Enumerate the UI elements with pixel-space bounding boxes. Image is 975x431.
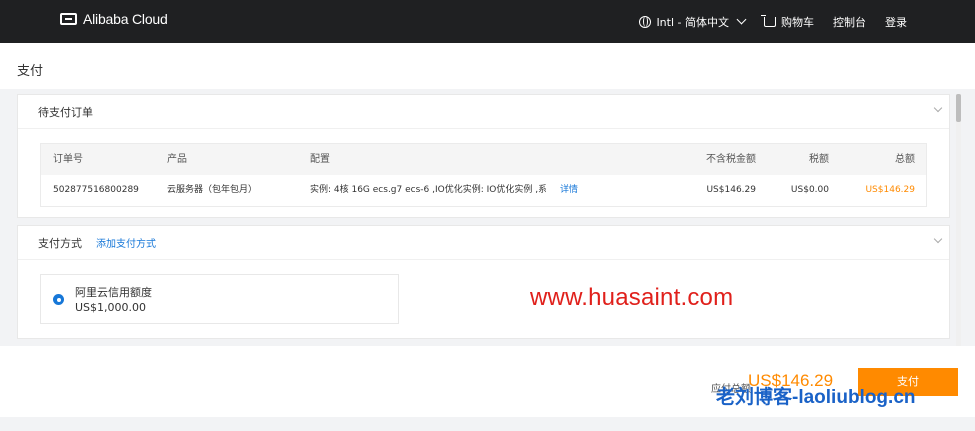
- chevron-down-icon: [736, 14, 747, 25]
- payment-option-credit[interactable]: 阿里云信用额度 US$1,000.00: [40, 274, 399, 324]
- table-row: 502877516800289 云服务器（包年包月） 实例: 4核 16G ec…: [41, 175, 926, 206]
- radio-selected[interactable]: [53, 294, 64, 305]
- pending-orders-header[interactable]: 待支付订单: [18, 95, 949, 129]
- login-link[interactable]: 登录: [885, 14, 907, 30]
- payment-method-title: 支付方式: [38, 236, 82, 250]
- globe-icon: [639, 15, 652, 28]
- chevron-down-icon[interactable]: [933, 103, 943, 113]
- top-navigation-bar: Alibaba Cloud Intl - 简体中文 购物车 控制台 登录: [0, 0, 975, 43]
- col-order-no: 订单号: [53, 154, 83, 165]
- language-label: Intl - 简体中文: [656, 15, 729, 29]
- header-nav: Intl - 简体中文 购物车 控制台 登录: [639, 0, 907, 43]
- config-cell: 实例: 4核 16G ecs.g7 ecs-6 ,IO优化实例: IO优化实例 …: [310, 185, 546, 195]
- order-no-cell: 502877516800289: [53, 185, 139, 195]
- cart-icon: [761, 14, 776, 27]
- logo-text: Alibaba Cloud: [83, 11, 168, 27]
- scrollbar-thumb[interactable]: [956, 94, 961, 122]
- pending-orders-title: 待支付订单: [38, 105, 93, 119]
- orders-table: 订单号 产品 配置 不含税金额 税额 总额 502877516800289 云服…: [40, 143, 927, 207]
- table-header-row: 订单号 产品 配置 不含税金额 税额 总额: [41, 144, 926, 175]
- product-cell: 云服务器（包年包月）: [167, 185, 258, 195]
- cart-link[interactable]: 购物车: [761, 14, 814, 30]
- pending-orders-panel: 待支付订单 订单号 产品 配置 不含税金额 税额 总额 502877516800…: [17, 94, 950, 218]
- tax-cell: US$0.00: [790, 185, 829, 195]
- col-tax: 税额: [809, 154, 829, 165]
- add-payment-method-link[interactable]: 添加支付方式: [96, 235, 156, 250]
- console-link[interactable]: 控制台: [833, 14, 866, 30]
- payment-option-name: 阿里云信用额度: [75, 286, 152, 299]
- pretax-cell: US$146.29: [706, 185, 756, 195]
- chevron-down-icon[interactable]: [933, 234, 943, 244]
- title-band: [0, 43, 975, 89]
- col-total: 总额: [895, 154, 915, 165]
- alibaba-logo-icon: [60, 13, 77, 25]
- language-selector[interactable]: Intl - 简体中文: [639, 14, 747, 30]
- site-watermark: www.huasaint.com: [530, 284, 734, 311]
- payment-method-panel: 支付方式 添加支付方式 阿里云信用额度 US$1,000.00: [17, 225, 950, 339]
- col-config: 配置: [310, 154, 330, 165]
- blog-watermark: 老刘博客-laoliublog.cn: [716, 387, 916, 408]
- page-title: 支付: [17, 64, 44, 79]
- col-pretax: 不含税金额: [706, 154, 756, 165]
- payment-method-header[interactable]: 支付方式 添加支付方式: [18, 226, 949, 260]
- cart-label: 购物车: [781, 15, 814, 29]
- col-product: 产品: [167, 154, 187, 165]
- details-link[interactable]: 详情: [560, 175, 578, 206]
- scrollbar[interactable]: [956, 94, 961, 346]
- total-cell: US$146.29: [865, 185, 915, 195]
- payment-option-amount: US$1,000.00: [75, 301, 147, 314]
- alibaba-cloud-logo[interactable]: Alibaba Cloud: [60, 11, 168, 27]
